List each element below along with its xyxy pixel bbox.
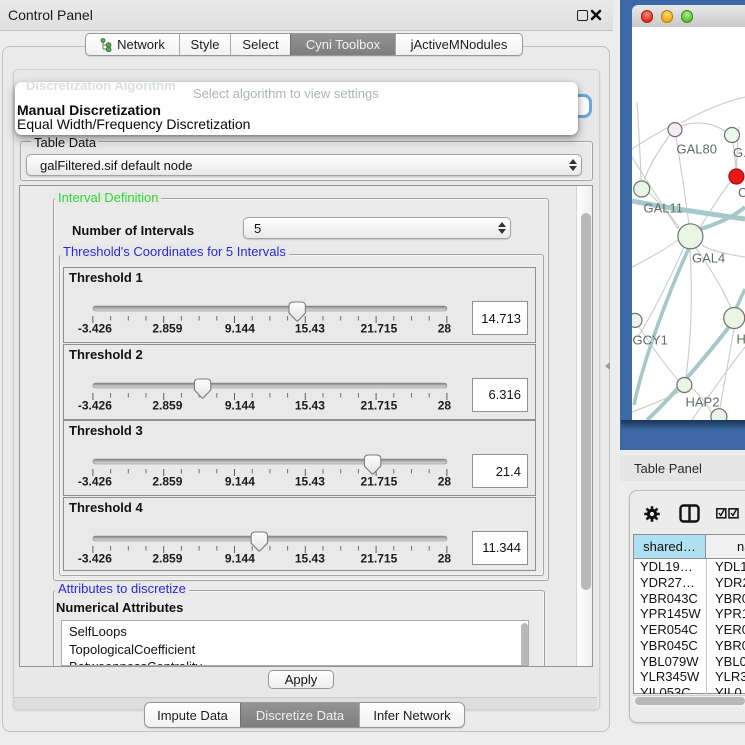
svg-text:GAL11: GAL11 <box>644 201 684 216</box>
svg-text:-3.426: -3.426 <box>78 398 112 412</box>
svg-text:28: 28 <box>438 322 452 336</box>
svg-text:9.144: 9.144 <box>225 475 255 489</box>
svg-text:9.144: 9.144 <box>225 551 255 565</box>
svg-text:21.715: 21.715 <box>361 322 398 336</box>
svg-text:2.859: 2.859 <box>152 551 182 565</box>
svg-text:15.43: 15.43 <box>295 475 325 489</box>
svg-text:C: C <box>738 185 745 200</box>
svg-text:2.859: 2.859 <box>152 475 182 489</box>
svg-text:2.859: 2.859 <box>152 322 182 336</box>
svg-text:GAL4: GAL4 <box>692 251 725 266</box>
svg-text:28: 28 <box>438 398 452 412</box>
svg-text:9.144: 9.144 <box>225 398 255 412</box>
svg-text:28: 28 <box>438 551 452 565</box>
svg-text:-3.426: -3.426 <box>78 322 112 336</box>
svg-text:21.715: 21.715 <box>361 475 398 489</box>
svg-text:G.: G. <box>733 145 745 160</box>
svg-text:15.43: 15.43 <box>295 322 325 336</box>
svg-text:2.859: 2.859 <box>152 398 182 412</box>
svg-text:GAL80: GAL80 <box>677 142 717 157</box>
svg-text:15.43: 15.43 <box>295 551 325 565</box>
svg-text:15.43: 15.43 <box>295 398 325 412</box>
svg-text:21.715: 21.715 <box>361 551 398 565</box>
svg-text:-3.426: -3.426 <box>78 551 112 565</box>
svg-text:HAP2: HAP2 <box>686 395 720 410</box>
svg-text:28: 28 <box>438 475 452 489</box>
svg-text:GCY1: GCY1 <box>633 333 668 348</box>
svg-text:9.144: 9.144 <box>225 322 255 336</box>
svg-text:H: H <box>737 332 745 347</box>
svg-text:21.715: 21.715 <box>361 398 398 412</box>
svg-text:-3.426: -3.426 <box>78 475 112 489</box>
